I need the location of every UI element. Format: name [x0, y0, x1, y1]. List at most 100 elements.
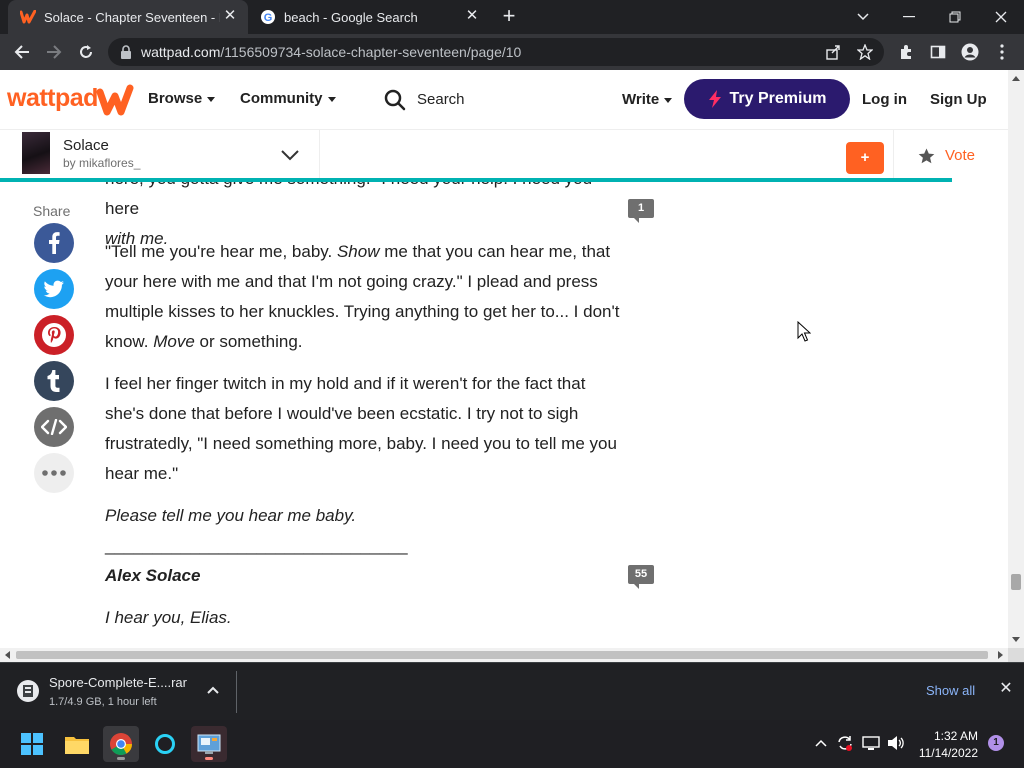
wattpad-logo[interactable]: wattpad	[7, 84, 98, 113]
side-panel-icon[interactable]	[928, 42, 948, 62]
add-to-list-button[interactable]: +	[846, 142, 884, 174]
chapter-paragraph: "Tell me you're hear me, baby. Show me t…	[105, 242, 620, 351]
chapter-paragraph: I hear you, Elias.	[105, 608, 232, 627]
twitter-share-button[interactable]	[34, 269, 74, 309]
share-label: Share	[33, 203, 71, 219]
caret-down-icon	[664, 97, 673, 103]
more-share-button[interactable]	[34, 453, 74, 493]
tumblr-share-button[interactable]	[34, 361, 74, 401]
scrollbar-thumb[interactable]	[1011, 574, 1021, 590]
browse-menu[interactable]: Browse	[148, 90, 216, 107]
close-tab-icon[interactable]: ✕	[222, 8, 238, 24]
download-shelf: Spore-Complete-E....rar 1.7/4.9 GB, 1 ho…	[0, 662, 1024, 720]
windows-start-icon[interactable]	[14, 726, 50, 762]
embed-share-button[interactable]	[34, 407, 74, 447]
mouse-cursor-icon	[797, 321, 811, 342]
back-icon[interactable]	[10, 40, 34, 64]
bookmark-star-icon[interactable]	[856, 43, 874, 61]
browser-menu-icon[interactable]	[992, 42, 1012, 62]
control-panel-icon[interactable]	[191, 726, 227, 762]
horizontal-scrollbar[interactable]	[0, 648, 1008, 662]
search-icon[interactable]	[384, 89, 406, 111]
notification-badge[interactable]: 1	[988, 735, 1004, 751]
minimize-icon[interactable]	[886, 0, 932, 34]
sync-icon[interactable]	[836, 734, 854, 752]
pinterest-icon	[42, 323, 66, 347]
write-menu[interactable]: Write	[622, 91, 673, 108]
file-explorer-icon[interactable]	[59, 726, 95, 762]
volume-icon[interactable]	[887, 734, 905, 752]
network-icon[interactable]	[862, 734, 880, 752]
chevron-up-icon[interactable]	[206, 685, 220, 695]
caret-down-icon	[207, 96, 216, 102]
chapter-paragraph: Please tell me you hear me baby.	[105, 506, 357, 525]
facebook-share-button[interactable]	[34, 223, 74, 263]
browser-tab-strip: Solace - Chapter Seventeen - Page 10 ✕ G…	[0, 0, 1024, 34]
running-indicator	[205, 757, 213, 760]
scroll-left-icon[interactable]	[5, 651, 10, 659]
extensions-icon[interactable]	[896, 42, 916, 62]
archive-file-icon[interactable]	[17, 680, 39, 702]
browser-toolbar: wattpad.com/1156509734-solace-chapter-se…	[0, 34, 1024, 70]
chrome-icon[interactable]	[103, 726, 139, 762]
star-icon	[918, 148, 935, 163]
scene-divider: ________________________________	[105, 536, 408, 555]
svg-text:G: G	[264, 12, 273, 24]
download-filename[interactable]: Spore-Complete-E....rar	[49, 675, 187, 690]
profile-icon[interactable]	[960, 42, 980, 62]
vote-label: Vote	[945, 147, 976, 164]
tab-search-icon[interactable]	[840, 0, 886, 34]
wattpad-w-icon[interactable]	[96, 84, 134, 116]
more-dots-icon	[42, 470, 66, 476]
login-link[interactable]: Log in	[862, 91, 907, 108]
tab-solace[interactable]: Solace - Chapter Seventeen - Page 10 ✕	[8, 0, 248, 34]
lightning-icon	[708, 90, 721, 108]
scroll-down-icon[interactable]	[1012, 637, 1020, 642]
tab-google-search[interactable]: G beach - Google Search ✕	[250, 0, 490, 34]
clock-date[interactable]: 11/14/2022	[916, 746, 978, 760]
story-info-bar: Solace by mikaflores_ + Vote	[0, 130, 1008, 182]
vote-button[interactable]: Vote	[918, 147, 975, 164]
address-bar[interactable]: wattpad.com/1156509734-solace-chapter-se…	[108, 38, 884, 66]
download-status: 1.7/4.9 GB, 1 hour left	[49, 696, 157, 708]
close-shelf-icon[interactable]: ✕	[999, 681, 1013, 697]
code-embed-icon	[41, 419, 67, 435]
try-premium-button[interactable]: Try Premium	[684, 79, 850, 119]
search-button[interactable]: Search	[417, 91, 465, 108]
divider	[319, 130, 320, 180]
pinterest-share-button[interactable]	[34, 315, 74, 355]
clock-time[interactable]: 1:32 AM	[930, 729, 978, 743]
caret-down-icon	[327, 96, 336, 102]
try-premium-label: Try Premium	[729, 90, 827, 107]
signup-link[interactable]: Sign Up	[930, 91, 987, 108]
comment-count-bubble[interactable]: 55	[628, 565, 654, 589]
cortana-icon[interactable]	[147, 726, 183, 762]
chevron-up-icon[interactable]	[812, 734, 830, 752]
scroll-right-icon[interactable]	[998, 651, 1003, 659]
windows-taskbar: 1:32 AM 11/14/2022 1	[0, 720, 1024, 768]
scroll-up-icon[interactable]	[1012, 76, 1020, 81]
twitter-icon	[43, 280, 64, 298]
chapter-paragraph: I feel her finger twitch in my hold and …	[105, 374, 617, 483]
scrollbar-corner	[1008, 648, 1024, 662]
chapter-content: Share here, you gotta give me something.…	[0, 182, 1008, 648]
new-tab-icon[interactable]: +	[498, 5, 520, 28]
reload-icon[interactable]	[74, 40, 98, 64]
facebook-icon	[49, 232, 60, 254]
share-page-icon[interactable]	[824, 43, 842, 61]
show-all-downloads-button[interactable]: Show all	[926, 683, 975, 698]
story-cover[interactable]	[22, 132, 50, 174]
close-tab-icon[interactable]: ✕	[464, 8, 480, 24]
divider	[893, 130, 894, 180]
scrollbar-thumb[interactable]	[16, 651, 988, 659]
community-menu[interactable]: Community	[240, 90, 336, 107]
comment-count-bubble[interactable]: 1	[628, 199, 654, 223]
chevron-down-icon[interactable]	[280, 148, 300, 162]
tumblr-icon	[47, 370, 60, 392]
forward-icon[interactable]	[42, 40, 66, 64]
vertical-scrollbar[interactable]	[1008, 70, 1024, 648]
restore-icon[interactable]	[932, 0, 978, 34]
story-author[interactable]: by mikaflores_	[63, 156, 140, 170]
story-title[interactable]: Solace	[63, 137, 109, 154]
close-window-icon[interactable]	[978, 0, 1024, 34]
